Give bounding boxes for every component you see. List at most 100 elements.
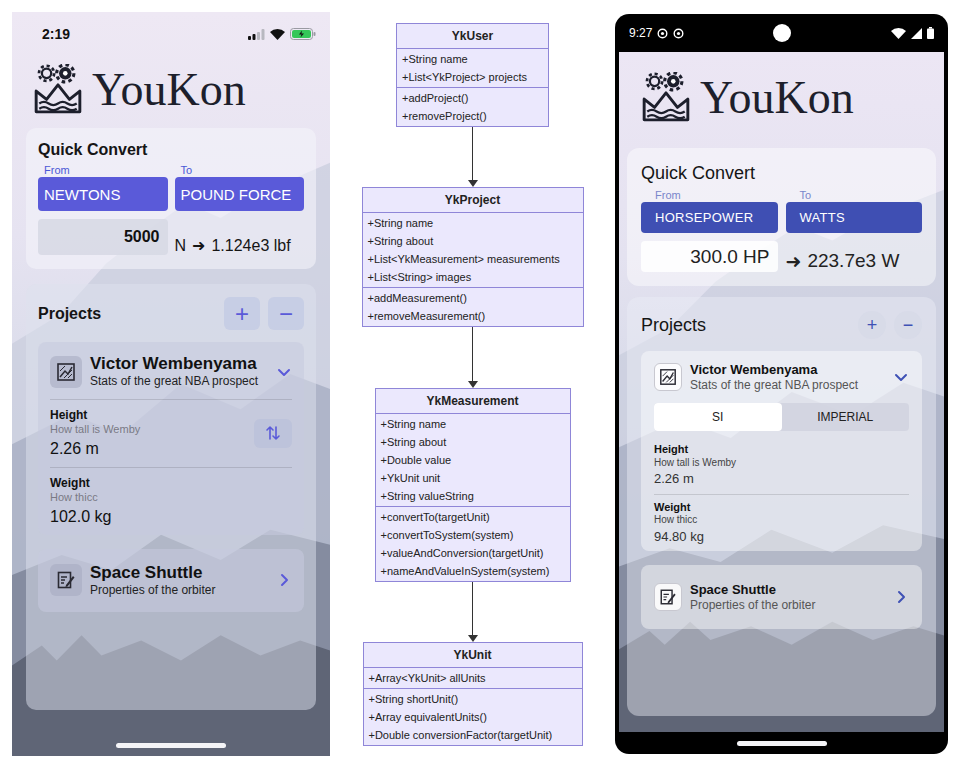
project-item[interactable]: Space ShuttleProperties of the orbiter [38, 549, 304, 612]
value-field[interactable]: 5000 [38, 219, 168, 255]
class-box: YkUser+String name+List<YkProject> proje… [396, 23, 549, 127]
project-item[interactable]: Victor WembenyamaStats of the great NBA … [641, 351, 922, 551]
chevron-right-icon[interactable] [276, 572, 292, 588]
remove-project-button[interactable]: − [268, 297, 304, 330]
to-label: To [786, 188, 923, 202]
convert-row: 300.0 HP➜223.7e3 W [641, 241, 922, 272]
class-attributes: +String name+List<YkProject> projects [397, 49, 548, 88]
swap-system-button[interactable] [254, 419, 292, 448]
do-not-disturb-icon [657, 28, 668, 39]
projects-title: Projects [641, 314, 706, 336]
chart-icon [659, 368, 677, 386]
chevron-down-icon[interactable] [276, 364, 292, 380]
class-methods: +addMeasurement()+removeMeasurement() [363, 288, 583, 326]
class-attribute: +String valueString [381, 487, 565, 505]
project-text: Space ShuttleProperties of the orbiter [90, 563, 268, 598]
projects-card: Projects+−Victor WembenyamaStats of the … [26, 284, 316, 710]
status-icons [891, 27, 934, 39]
arrow: ➜ [786, 250, 802, 272]
status-bar: 9:27 [615, 14, 948, 52]
arrow: ➜ [192, 236, 205, 255]
document-pencil-icon [659, 588, 677, 606]
project-icon-box [50, 564, 82, 596]
ios-phone: 2:19YouKonQuick ConvertFromNEWTONSToPOUN… [12, 12, 330, 756]
status-bar: 2:19 [12, 12, 330, 56]
app-logo: YouKon [627, 70, 936, 126]
class-method: +removeProject() [402, 107, 543, 125]
measurement-row: HeightHow tall is Wemby2.26 m [50, 400, 292, 468]
project-name: Victor Wembenyama [690, 361, 885, 378]
project-item[interactable]: Victor WembenyamaStats of the great NBA … [38, 342, 304, 535]
project-name: Victor Wembenyama [90, 354, 268, 374]
measurement-name: Height [654, 443, 736, 457]
project-header[interactable]: Space ShuttleProperties of the orbiter [654, 565, 909, 629]
add-project-button[interactable]: + [858, 311, 886, 339]
android-phone: 9:27YouKonQuick ConvertFromHORSEPOWERToW… [615, 14, 948, 754]
class-method: +removeMeasurement() [368, 307, 578, 325]
project-item[interactable]: Space ShuttleProperties of the orbiter [641, 565, 922, 629]
project-icon-box [654, 363, 682, 391]
project-text: Space ShuttleProperties of the orbiter [690, 581, 885, 613]
remove-project-button[interactable]: − [894, 311, 922, 339]
project-about: Properties of the orbiter [690, 598, 885, 613]
status-icons [248, 28, 316, 40]
from-unit-button[interactable]: NEWTONS [38, 177, 168, 211]
project-header[interactable]: Victor WembenyamaStats of the great NBA … [654, 351, 909, 401]
project-header[interactable]: Victor WembenyamaStats of the great NBA … [50, 342, 292, 400]
status-time: 9:27 [629, 26, 652, 40]
measurement-about: How tall is Wemby [654, 457, 736, 470]
value-field[interactable]: 300.0 HP [641, 241, 778, 272]
logo-icon [32, 64, 84, 116]
class-attribute: +String about [381, 433, 565, 451]
conversion-result: N➜1.124e3 lbf [175, 236, 305, 255]
class-attribute: +String about [368, 232, 578, 250]
logo-text: YouKon [700, 75, 854, 121]
class-attribute: +Array<YkUnit> allUnits [369, 669, 577, 687]
class-method: +nameAndValueInSystem(system) [381, 562, 565, 580]
class-attributes: +String name+String about+List<YkMeasure… [363, 213, 583, 288]
battery-icon [927, 27, 934, 39]
project-header[interactable]: Space ShuttleProperties of the orbiter [50, 549, 292, 612]
measurement-row: WeightHow thicc102.0 kg [50, 468, 292, 535]
chevron-right-icon[interactable] [893, 589, 909, 605]
measurement-text: WeightHow thicc102.0 kg [50, 476, 111, 527]
class-attribute: +String name [368, 214, 578, 232]
class-methods: +String shortUnit()+Array equivalentUnit… [364, 689, 582, 745]
class-attribute: +String name [381, 415, 565, 433]
chart-icon [56, 362, 76, 382]
project-name: Space Shuttle [90, 563, 268, 583]
class-attributes: +String name+String about+Double value+Y… [376, 414, 570, 507]
class-attribute: +Double value [381, 451, 565, 469]
to-unit-button[interactable]: POUND FORCE [175, 177, 305, 211]
measurement-name: Weight [50, 476, 111, 491]
from-picker: FromHORSEPOWER [641, 188, 778, 233]
result-value: 1.124e3 lbf [211, 237, 290, 255]
measurement-about: How thicc [50, 491, 111, 505]
to-picker: ToWATTS [786, 188, 923, 233]
home-indicator [737, 741, 827, 746]
class-name: YkProject [363, 188, 583, 213]
class-method: +Array equivalentUnits() [369, 708, 577, 726]
chevron-down-icon[interactable] [893, 369, 909, 385]
wifi-icon [270, 29, 285, 40]
system-option[interactable]: SI [654, 403, 782, 431]
logo-icon [640, 72, 692, 124]
home-area [12, 710, 330, 756]
sync-icon [673, 28, 684, 39]
swap-icon [264, 424, 282, 442]
class-attribute: +String name [402, 50, 543, 68]
wifi-icon [891, 28, 906, 39]
arrow-head-icon [468, 635, 478, 642]
project-icon-box [654, 583, 682, 611]
arrow-head-icon [468, 381, 478, 388]
class-method: +valueAndConversion(targetUnit) [381, 544, 565, 562]
project-about: Properties of the orbiter [90, 583, 268, 598]
add-project-button[interactable]: + [224, 297, 260, 330]
system-toggle: SIIMPERIAL [654, 403, 909, 431]
to-unit-button[interactable]: WATTS [786, 202, 923, 233]
project-icon-box [50, 356, 82, 388]
system-option[interactable]: IMPERIAL [782, 403, 910, 431]
projects-card: Projects +− Victor WembenyamaStats of the … [627, 297, 936, 716]
from-unit-button[interactable]: HORSEPOWER [641, 202, 778, 233]
camera-cutout [773, 24, 791, 42]
